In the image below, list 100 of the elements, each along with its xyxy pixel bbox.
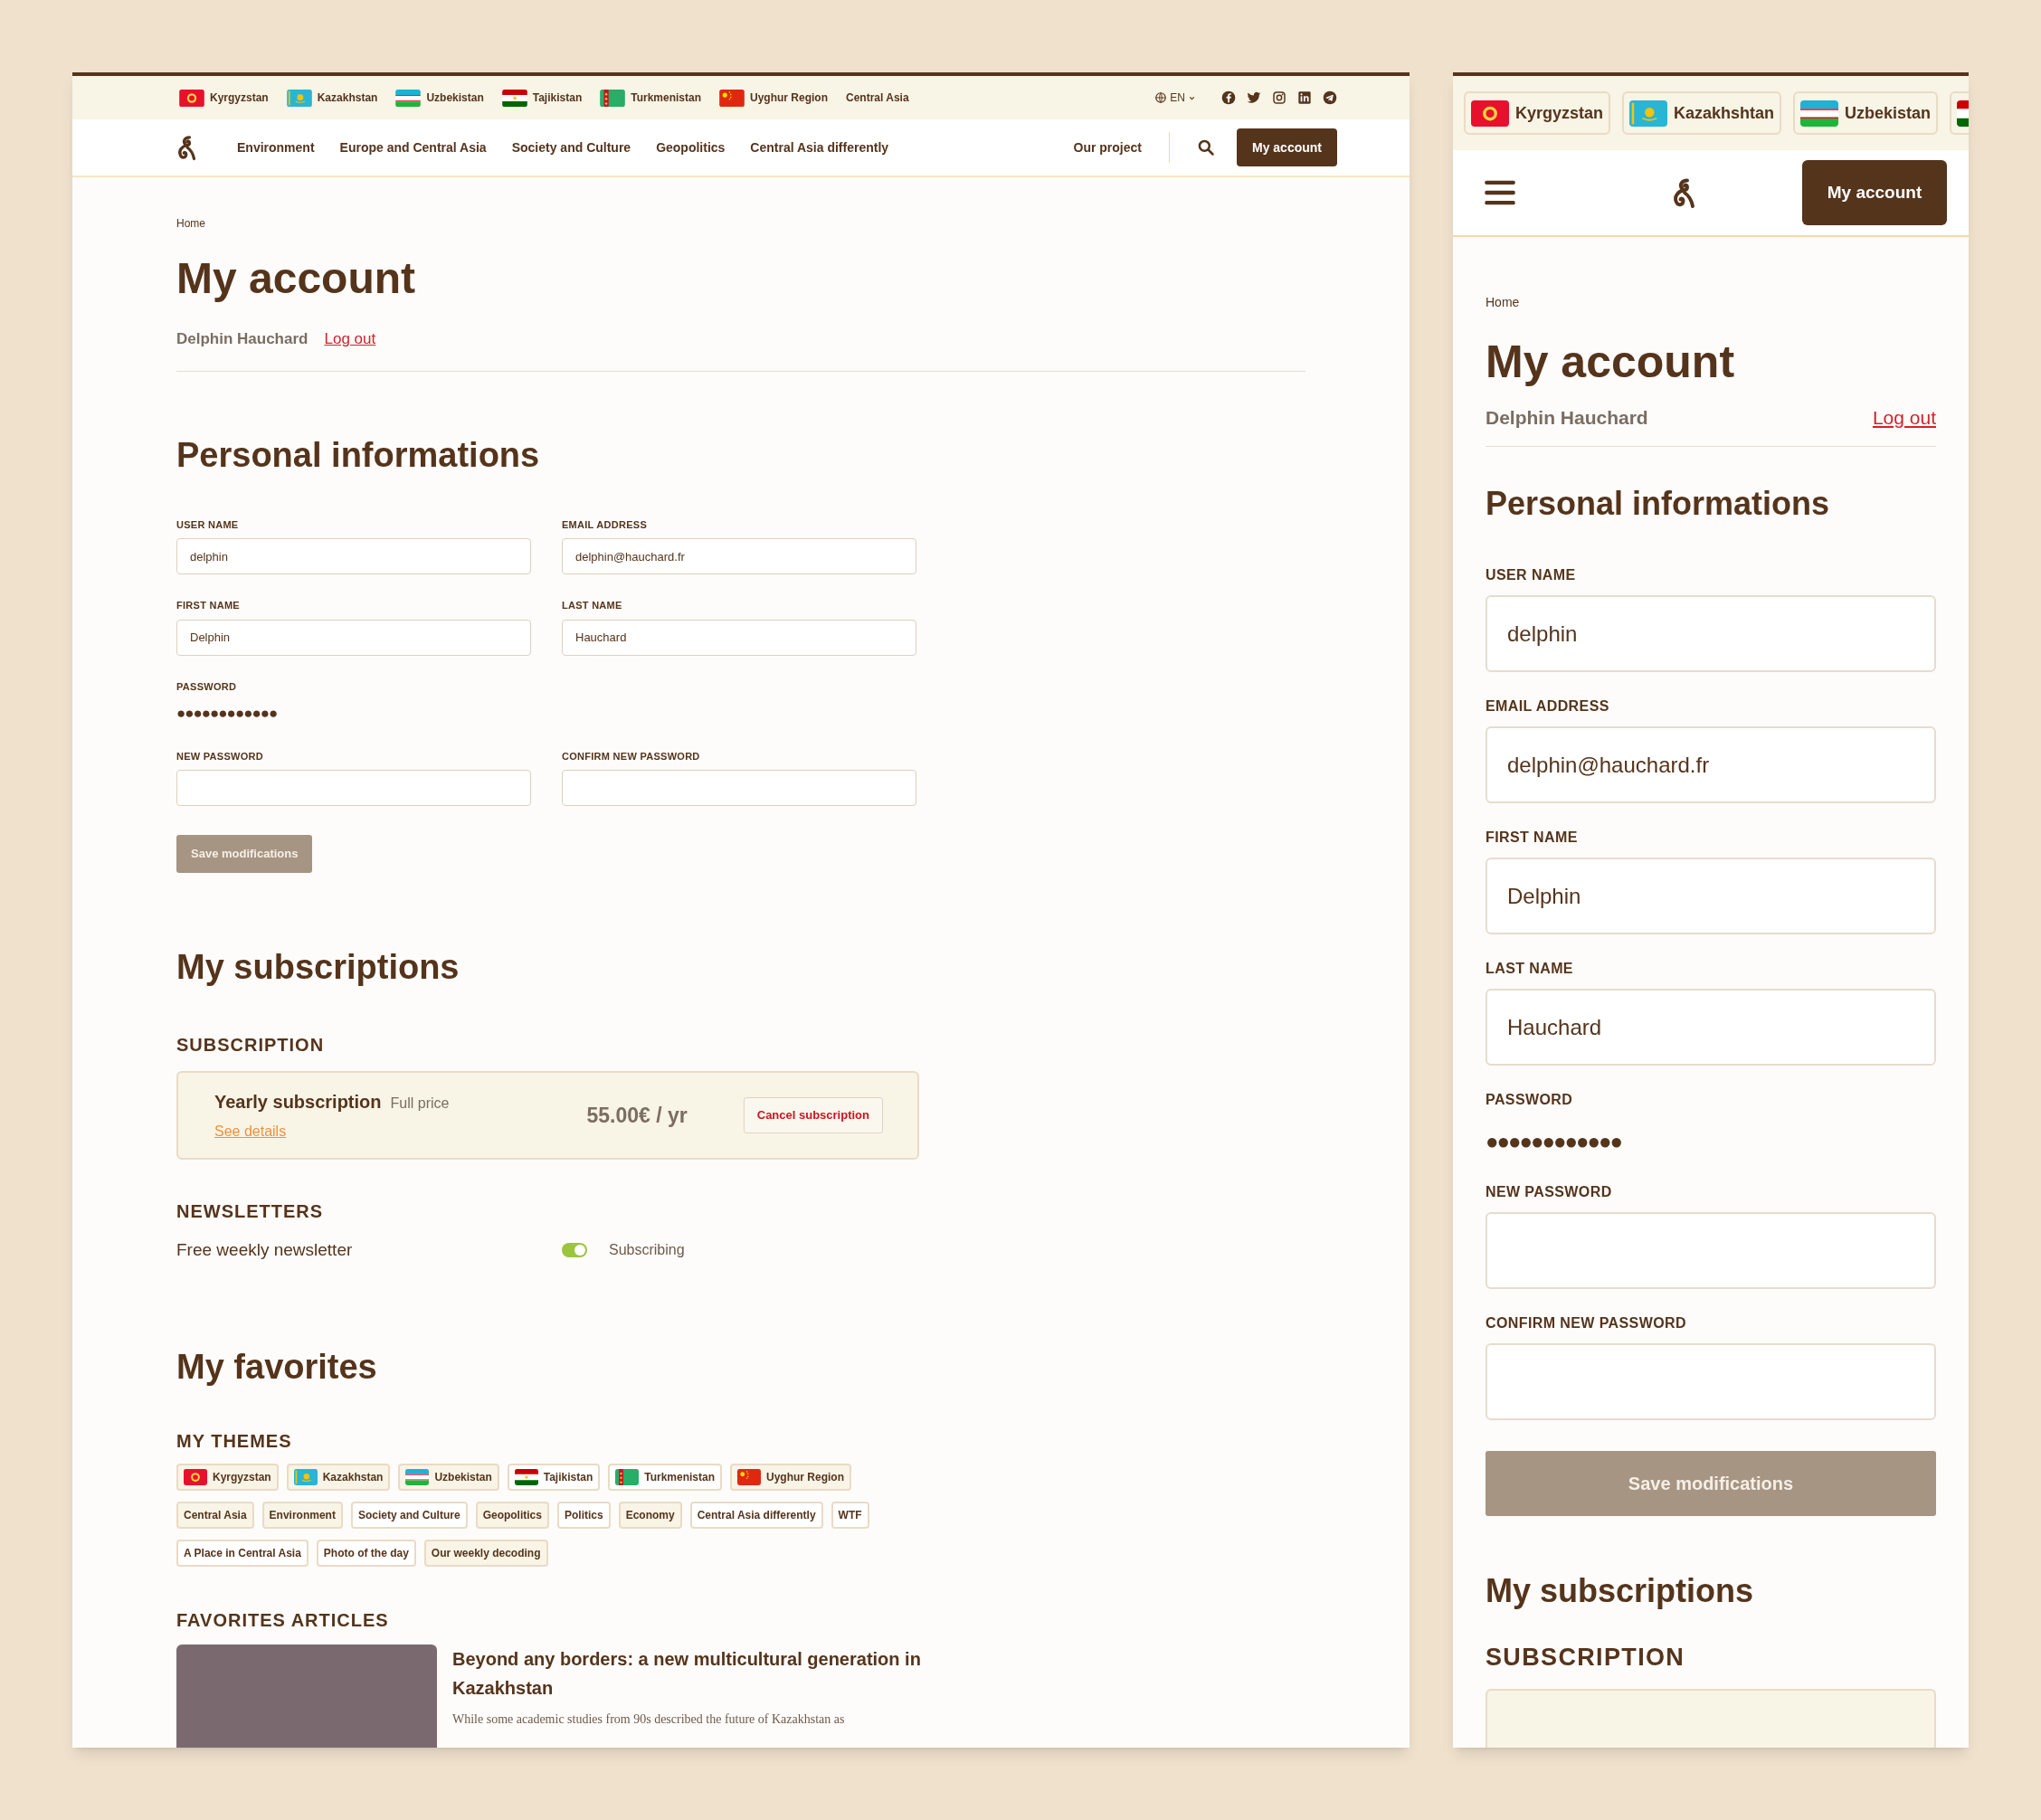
theme-tag[interactable]: Uyghur Region [730, 1463, 851, 1491]
input-field[interactable]: Hauchard [1486, 989, 1936, 1066]
input-field[interactable] [562, 770, 916, 806]
input-field[interactable]: delphin@hauchard.fr [562, 538, 916, 574]
camera-icon[interactable] [1272, 90, 1286, 105]
theme-tag[interactable]: Turkmenistan [608, 1463, 722, 1491]
theme-tag[interactable]: WTF [831, 1501, 869, 1529]
nav-link[interactable]: Central Asia differently [750, 137, 889, 157]
flag-icon [600, 89, 626, 107]
breadcrumb-link[interactable]: Home [1486, 293, 1520, 312]
linkedin-icon[interactable] [1297, 90, 1312, 105]
input-field[interactable]: Delphin [176, 619, 531, 656]
password-mask: ●●●●●●●●●●●● [176, 704, 279, 724]
country-link[interactable]: Uyghur Region [719, 89, 828, 107]
nav-link[interactable]: Our project [1073, 137, 1142, 157]
theme-tag[interactable]: Economy [618, 1501, 682, 1529]
theme-tag[interactable]: A Place in Central Asia [176, 1539, 309, 1567]
country-link[interactable]: Turkmenistan [600, 89, 701, 107]
flag-icon [1629, 99, 1668, 128]
flag-icon [514, 1468, 538, 1485]
theme-tag[interactable]: Geopolitics [475, 1501, 549, 1529]
flag-icon [286, 89, 312, 107]
password-mask: ●●●●●●●●●●●● [1486, 1128, 1622, 1155]
flag-icon [501, 89, 527, 107]
language-selector[interactable]: EN [1154, 90, 1196, 106]
theme-tag[interactable]: Photo of the day [316, 1539, 416, 1567]
input-field[interactable]: delphin [176, 538, 531, 574]
theme-tag[interactable]: Kyrgyzstan [176, 1463, 279, 1491]
field-label: EMAIL ADDRESS [1486, 697, 1610, 716]
logout-link[interactable]: Log out [324, 327, 376, 351]
nav-link[interactable]: Geopolitics [656, 137, 726, 157]
field-label: LAST NAME [1486, 960, 1574, 978]
article-excerpt: While some academic studies from 90s described the future of Kazakhstan as [452, 1711, 846, 1728]
section-heading: My subscriptions [1486, 1571, 1755, 1611]
page-title: My account [176, 253, 417, 304]
flag-icon [719, 89, 745, 107]
section-label: SUBSCRIPTION [1486, 1643, 1686, 1673]
flag-icon [1800, 99, 1839, 128]
theme-tag[interactable]: Our weekly decoding [423, 1539, 548, 1567]
input-field[interactable]: Hauchard [562, 619, 916, 656]
bird-icon[interactable] [1247, 90, 1261, 105]
search-button[interactable] [1197, 138, 1215, 156]
section-label: MY THEMES [176, 1429, 293, 1453]
theme-tag[interactable]: Central Asia [176, 1501, 254, 1529]
section-heading: My subscriptions [176, 947, 460, 988]
my-account-button[interactable]: My account [1237, 128, 1337, 166]
field-label: CONFIRM NEW PASSWORD [562, 749, 701, 763]
country-link[interactable]: Tajikistan [501, 89, 583, 107]
field-label: PASSWORD [176, 679, 238, 694]
flag-icon [405, 1468, 430, 1485]
country-link[interactable]: Kazakhstan [286, 89, 378, 107]
breadcrumb-link[interactable]: Home [176, 215, 205, 232]
field-label: LAST NAME [562, 599, 623, 612]
theme-tag[interactable]: Central Asia differently [689, 1501, 823, 1529]
field-label: FIRST NAME [1486, 829, 1579, 847]
field-label: USER NAME [176, 517, 240, 532]
input-field[interactable]: delphin@hauchard.fr [1486, 726, 1936, 803]
theme-tag[interactable]: Kazakhstan [286, 1463, 391, 1491]
user-name: Delphin Hauchard [1486, 405, 1648, 430]
input-field[interactable] [1486, 1212, 1936, 1289]
toggle-switch[interactable] [562, 1243, 587, 1258]
country-link[interactable]: Uzbekistan [1793, 91, 1939, 135]
user-name: Delphin Hauchard [176, 329, 309, 349]
theme-tag[interactable]: Tajikistan [507, 1463, 601, 1491]
nav-link[interactable]: Environment [237, 137, 315, 157]
country-link[interactable]: Kazakhshtan [1622, 91, 1782, 135]
field-label: FIRST NAME [176, 599, 241, 612]
cancel-subscription-button[interactable]: Cancel subscription [743, 1097, 883, 1133]
flag-icon [293, 1468, 318, 1485]
field-label: CONFIRM NEW PASSWORD [1486, 1314, 1687, 1332]
country-link[interactable]: Kyrgyzstan [179, 89, 269, 107]
input-field[interactable] [1486, 1343, 1936, 1420]
flag-icon [184, 1468, 207, 1485]
flag-icon [395, 89, 422, 107]
nav-link[interactable]: Society and Culture [511, 137, 631, 157]
theme-tag[interactable]: Politics [556, 1501, 611, 1529]
field-label: NEW PASSWORD [176, 749, 264, 763]
input-field[interactable] [176, 770, 531, 806]
field-label: NEW PASSWORD [1486, 1183, 1613, 1201]
logout-link[interactable]: Log out [1872, 403, 1936, 431]
country-link[interactable]: Kyrgyzstan [1464, 91, 1611, 135]
nav-link[interactable]: Europe and Central Asia [339, 137, 487, 157]
theme-tag[interactable]: Environment [261, 1501, 343, 1529]
input-field[interactable]: delphin [1486, 595, 1936, 672]
input-field[interactable]: Delphin [1486, 858, 1936, 934]
country-link[interactable]: Uzbekistan [395, 89, 484, 107]
section-label: FAVORITES ARTICLES [176, 1608, 390, 1632]
toggle-status: Subscribing [609, 1241, 685, 1260]
section-heading: Personal informations [1486, 484, 1831, 524]
theme-tag[interactable]: Uzbekistan [398, 1463, 499, 1491]
section-heading: My favorites [176, 1346, 378, 1388]
field-label: USER NAME [1486, 566, 1577, 584]
facebook-icon[interactable] [1221, 90, 1236, 105]
country-link[interactable]: Central Asia [846, 90, 909, 106]
theme-tag[interactable]: Society and Culture [350, 1501, 468, 1529]
section-label: NEWSLETTERS [176, 1200, 325, 1223]
paper-plane-icon[interactable] [1323, 90, 1337, 105]
article-title[interactable]: Beyond any borders: a new multicultural generation in Kazakhstan [452, 1644, 923, 1702]
my-account-button[interactable]: My account [1802, 160, 1947, 225]
flag-icon [1471, 99, 1509, 128]
